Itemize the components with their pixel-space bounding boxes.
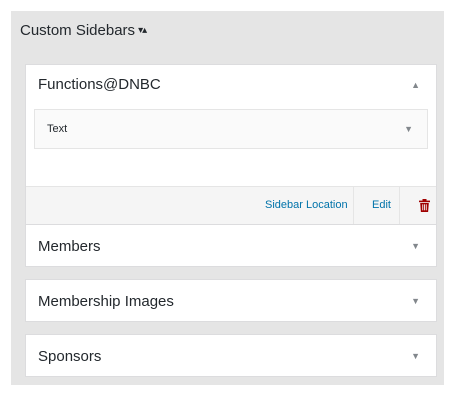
sidebar-area-functions-dnbc: Functions@DNBC ▲ Text ▼ Sidebar Location… (25, 64, 437, 225)
panel-title: Custom Sidebars (20, 22, 136, 39)
sidebar-area-sponsors[interactable]: Sponsors ▼ (25, 334, 437, 377)
sidebar-area-title: Membership Images (38, 293, 174, 310)
edit-link[interactable]: Edit (366, 187, 400, 224)
expand-arrow-icon[interactable]: ▼ (411, 280, 420, 323)
delete-button[interactable] (412, 187, 436, 224)
expand-arrow-icon[interactable]: ▼ (411, 335, 420, 378)
custom-sidebars-panel: Custom Sidebars ▾▴ Functions@DNBC ▲ Text… (11, 11, 444, 385)
sidebar-area-membership-images[interactable]: Membership Images ▼ (25, 279, 437, 322)
panel-toggle-icon[interactable]: ▾▴ (138, 19, 147, 43)
sidebar-area-title: Members (38, 238, 101, 255)
sidebar-area-footer: Sidebar Location Edit (26, 186, 436, 224)
widget-title: Text (47, 123, 68, 135)
trash-icon (418, 199, 430, 212)
panel-header: Custom Sidebars ▾▴ (20, 19, 147, 43)
sidebar-area-title[interactable]: Functions@DNBC (38, 65, 161, 105)
expand-arrow-icon[interactable]: ▼ (404, 110, 413, 148)
expand-arrow-icon[interactable]: ▼ (411, 225, 420, 268)
collapse-arrow-icon[interactable]: ▲ (411, 65, 420, 105)
widget-text[interactable]: Text ▼ (34, 109, 428, 149)
sidebar-area-title: Sponsors (38, 348, 102, 365)
sidebar-area-members[interactable]: Members ▼ (25, 224, 437, 267)
sidebar-location-link[interactable]: Sidebar Location (259, 187, 354, 224)
